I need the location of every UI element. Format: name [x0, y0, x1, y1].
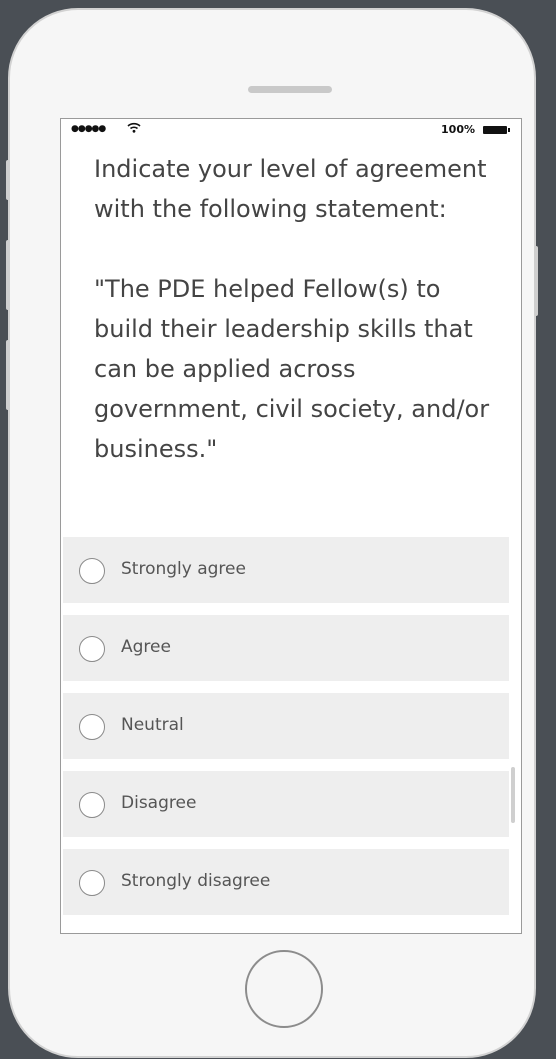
option-label: Strongly disagree [121, 871, 271, 891]
wifi-icon [127, 122, 141, 136]
survey-question: Indicate your level of agreement with th… [94, 149, 494, 469]
option-agree[interactable]: Agree [63, 615, 509, 681]
option-neutral[interactable]: Neutral [63, 693, 509, 759]
power-button [534, 246, 538, 316]
home-button[interactable] [245, 950, 323, 1028]
phone-screen: ●●●●● 100% Indicate your level of agreem… [60, 118, 522, 934]
phone-frame: ●●●●● 100% Indicate your level of agreem… [6, 8, 538, 1058]
radio-button[interactable] [79, 714, 105, 740]
volume-up-button [6, 160, 10, 200]
radio-button[interactable] [79, 558, 105, 584]
answer-options: Strongly agree Agree Neutral Disagree St… [63, 537, 509, 927]
scrollbar[interactable] [511, 767, 515, 823]
mute-button [6, 340, 10, 410]
option-disagree[interactable]: Disagree [63, 771, 509, 837]
battery-icon [483, 126, 510, 134]
volume-down-button [6, 240, 10, 310]
phone-speaker [248, 86, 332, 93]
radio-button[interactable] [79, 870, 105, 896]
option-strongly-agree[interactable]: Strongly agree [63, 537, 509, 603]
radio-button[interactable] [79, 636, 105, 662]
signal-strength-icon: ●●●●● [71, 124, 106, 134]
option-label: Neutral [121, 715, 184, 735]
battery-percentage: 100% [441, 123, 475, 136]
option-label: Agree [121, 637, 171, 657]
option-label: Strongly agree [121, 559, 246, 579]
option-strongly-disagree[interactable]: Strongly disagree [63, 849, 509, 915]
question-prompt: Indicate your level of agreement with th… [94, 155, 487, 223]
question-statement: "The PDE helped Fellow(s) to build their… [94, 275, 490, 463]
status-bar: ●●●●● 100% [61, 119, 521, 141]
option-label: Disagree [121, 793, 197, 813]
radio-button[interactable] [79, 792, 105, 818]
